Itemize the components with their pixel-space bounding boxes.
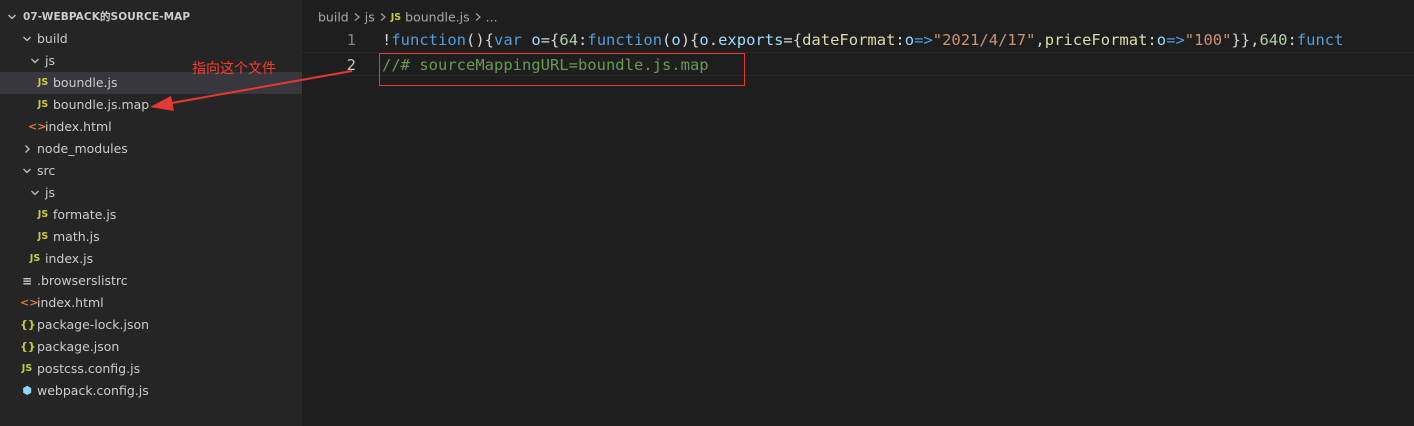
tree-item-label: js [45,53,55,68]
tree-file[interactable]: JS formate.js [0,204,302,226]
code-token: funct [1296,31,1344,49]
breadcrumb-ellipsis[interactable]: ... [486,10,498,25]
code-token: priceFormat [1044,31,1148,49]
chevron-right-icon [20,138,34,161]
annotation-label: 指向这个文件 [192,61,276,77]
js-file-icon: JS [390,11,402,23]
tree-file[interactable]: JS index.js [0,248,302,270]
json-file-icon: {} [20,340,36,353]
annotation-highlight-box [379,53,745,86]
tree-item-label: .browserslistrc [37,273,128,288]
code-token: exports [718,31,784,49]
html-file-icon: <> [20,296,39,309]
code-token: , [1035,31,1045,49]
tree-file[interactable]: <> index.html [0,116,302,138]
code-token: : [578,31,588,49]
js-file-icon: JS [37,77,49,88]
webpack-icon: ⬢ [22,384,32,397]
tree-folder[interactable]: build [0,28,302,50]
tree-item-label: index.html [45,119,112,134]
html-file-icon: <> [28,120,47,133]
code-token: function [391,31,466,49]
tree-item-label: postcss.config.js [37,361,141,376]
tree-item-label: boundle.js.map [53,97,150,112]
code-token: ! [382,31,392,49]
tree-item-label: math.js [53,229,100,244]
tree-item-label: boundle.js [53,75,118,90]
code-token: o [1156,31,1167,49]
breadcrumb-folder-js[interactable]: js [365,10,375,25]
chevron-down-icon [5,6,19,30]
tree-item-label: formate.js [53,207,117,222]
js-file-icon: JS [29,253,41,264]
code-token: function [587,31,663,49]
js-file-icon: JS [37,209,49,220]
explorer-root-folder[interactable]: 07-WEBPACK的SOURCE-MAP [0,6,302,28]
code-token: : [1287,31,1297,49]
code-token: ){ [680,31,700,49]
chevron-down-icon [28,50,42,73]
code-token: ={ [783,31,803,49]
breadcrumb-file[interactable]: boundle.js [405,10,469,25]
tree-item-label: node_modules [37,141,128,156]
code-token: "2021/4/17" [932,31,1036,49]
code-token: "100" [1184,31,1232,49]
tree-file[interactable]: {} package.json [0,336,302,358]
tree-file[interactable]: ≡ .browserslistrc [0,270,302,292]
code-token: o [904,31,915,49]
code-token: . [708,31,719,49]
code-token: => [1166,31,1185,49]
explorer-root-label: 07-WEBPACK的SOURCE-MAP [23,11,191,23]
tree-file[interactable]: JS postcss.config.js [0,358,302,380]
tree-item-label: package.json [37,339,120,354]
tree-file[interactable]: ⬢ webpack.config.js [0,380,302,402]
js-file-icon: JS [37,99,49,110]
tree-folder[interactable]: js [0,182,302,204]
code-text[interactable]: !function(){var o={64:function(o){o.expo… [382,28,1343,52]
code-token: o [699,31,709,49]
code-token: o [671,31,681,49]
tree-item-label: build [37,31,68,46]
tree-folder[interactable]: src [0,160,302,182]
tree-folder[interactable]: node_modules [0,138,302,160]
tree-item-label: js [45,185,55,200]
chevron-down-icon [28,182,42,205]
code-token: : [1147,31,1157,49]
line-number: 2 [346,56,356,74]
tree-file[interactable]: JS boundle.js.map [0,94,302,116]
code-token: 64 [559,31,579,49]
js-file-icon: JS [37,231,49,242]
tree-file[interactable]: JS math.js [0,226,302,248]
json-file-icon: {} [20,318,36,331]
tree-item-label: package-lock.json [37,317,150,332]
line-number: 1 [346,31,356,49]
tree-file[interactable]: {} package-lock.json [0,314,302,336]
code-token: : [895,31,905,49]
tree-item-label: webpack.config.js [37,383,149,398]
code-token: o [531,31,541,49]
chevron-down-icon [20,160,34,183]
tree-item-label: src [37,163,56,178]
tree-file[interactable]: <> index.html [0,292,302,314]
code-token: ={ [540,31,560,49]
code-token: var [494,31,522,49]
breadcrumb-folder-build[interactable]: build [318,10,349,25]
tree-item-label: index.js [45,251,94,266]
code-token: ( [662,31,672,49]
code-line-1[interactable]: 1 !function(){var o={64:function(o){o.ex… [302,28,1414,52]
config-file-icon: ≡ [21,274,33,288]
code-token: (){ [466,31,494,49]
js-file-icon: JS [21,363,33,374]
code-token: }}, [1231,31,1260,49]
code-token: => [914,31,933,49]
code-token: dateFormat [802,31,896,49]
code-token: 640 [1259,31,1288,49]
tree-item-label: index.html [37,295,104,310]
chevron-down-icon [20,28,34,51]
